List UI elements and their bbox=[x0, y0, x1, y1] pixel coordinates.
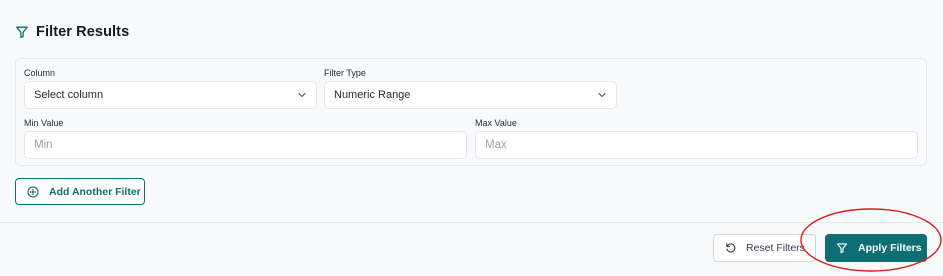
min-value-input[interactable] bbox=[24, 131, 467, 159]
filter-type-label: Filter Type bbox=[324, 68, 366, 78]
filter-icon bbox=[836, 242, 848, 254]
chevron-down-icon bbox=[597, 90, 607, 100]
filter-panel: Filter Results Column Select column Filt… bbox=[0, 0, 943, 276]
filter-row-card: Column Select column Filter Type Numeric… bbox=[15, 58, 927, 166]
max-value-input[interactable] bbox=[475, 131, 918, 159]
apply-filters-label: Apply Filters bbox=[858, 242, 922, 254]
min-value-label: Min Value bbox=[24, 118, 64, 128]
filter-type-select[interactable]: Numeric Range bbox=[324, 81, 617, 109]
column-select[interactable]: Select column bbox=[24, 81, 317, 109]
rotate-ccw-icon bbox=[725, 242, 737, 254]
add-filter-label: Add Another Filter bbox=[49, 185, 141, 198]
column-label: Column bbox=[24, 68, 56, 78]
footer-divider bbox=[0, 222, 943, 223]
panel-header: Filter Results bbox=[15, 22, 129, 42]
chevron-down-icon bbox=[297, 90, 307, 100]
reset-filters-label: Reset Filters bbox=[746, 242, 805, 254]
max-value-label: Max Value bbox=[475, 118, 517, 128]
page-title: Filter Results bbox=[36, 24, 130, 40]
max-value-field: Max Value bbox=[475, 117, 918, 159]
filter-icon bbox=[15, 25, 29, 39]
column-field: Column Select column bbox=[24, 67, 317, 109]
filter-type-field: Filter Type Numeric Range bbox=[324, 67, 617, 109]
filter-type-select-value: Numeric Range bbox=[334, 89, 411, 101]
min-value-field: Min Value bbox=[24, 117, 467, 159]
apply-filters-button[interactable]: Apply Filters bbox=[825, 234, 927, 262]
add-filter-button[interactable]: Add Another Filter bbox=[15, 178, 145, 205]
plus-circle-icon bbox=[27, 185, 39, 198]
column-select-value: Select column bbox=[34, 89, 104, 101]
reset-filters-button[interactable]: Reset Filters bbox=[713, 234, 816, 262]
